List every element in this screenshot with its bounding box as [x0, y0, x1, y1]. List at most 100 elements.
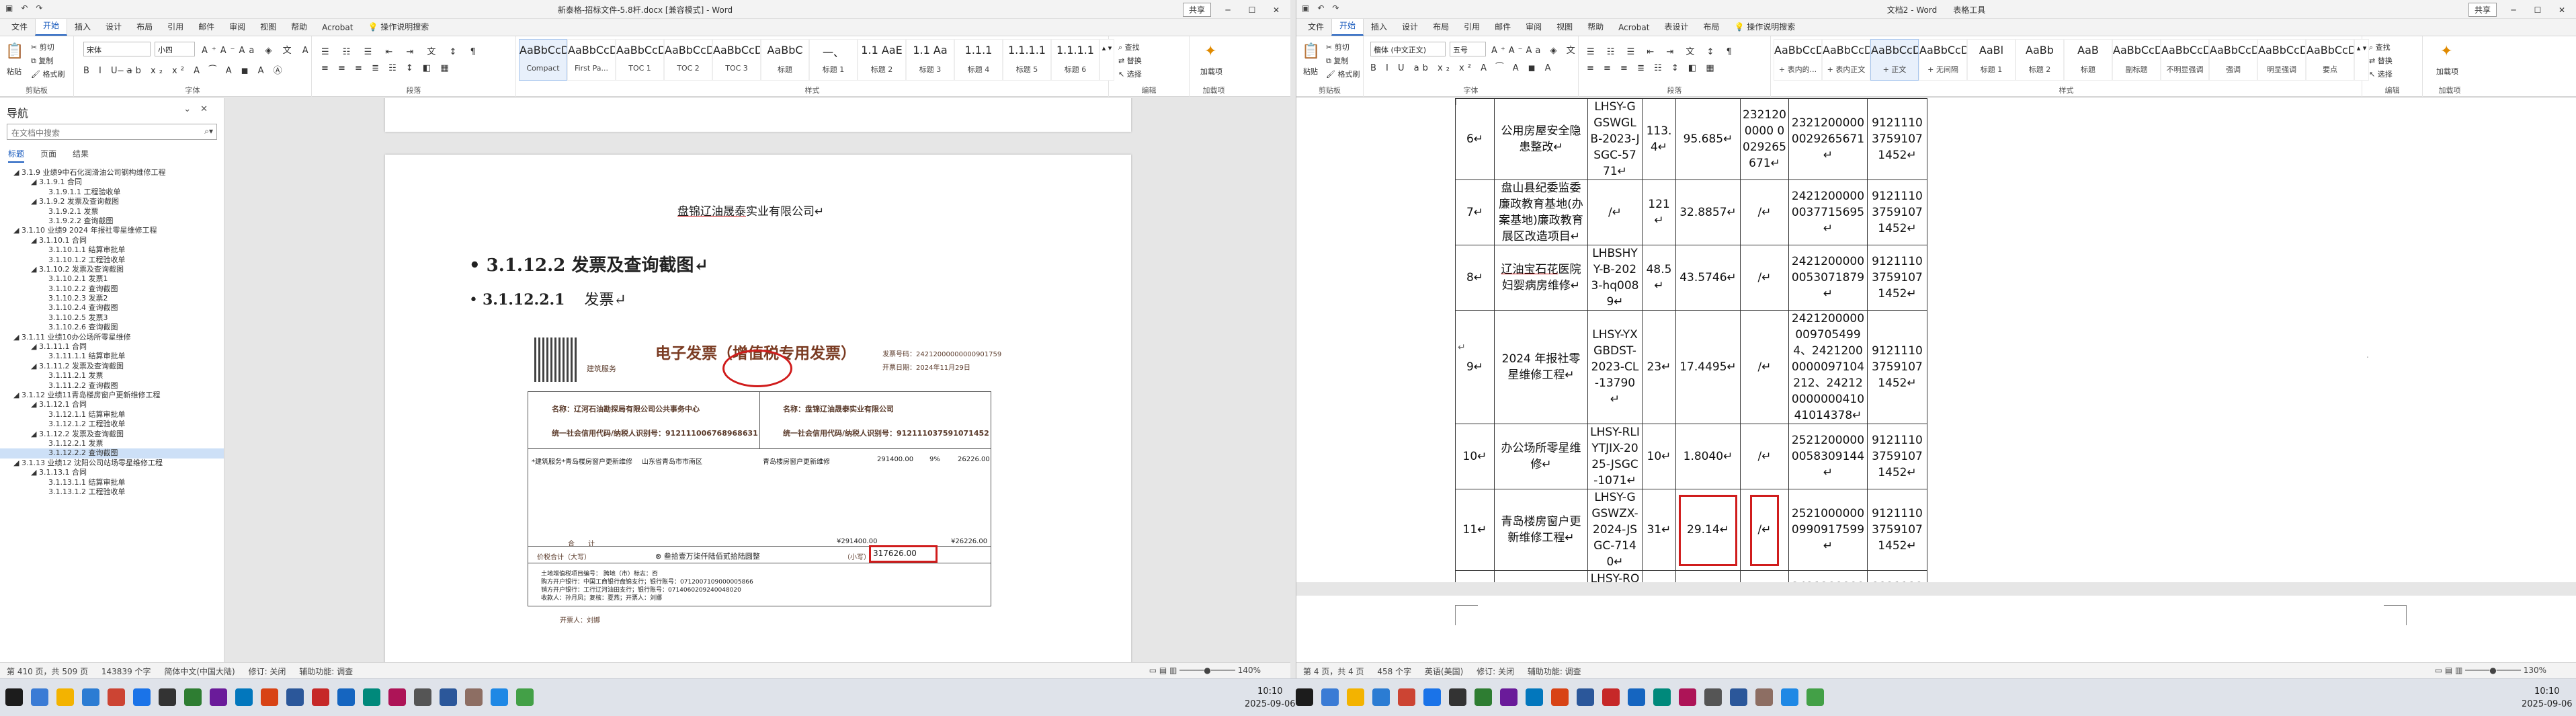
table-cell[interactable]: LHSY-YXGBDST-2023-CL-13790↵ [1587, 310, 1643, 424]
select-button[interactable]: ↖ 选择 [2369, 69, 2393, 79]
copy-button[interactable]: ⧉ 复制 [31, 55, 53, 66]
table-cell[interactable]: LHSY-RLIYTJIX-2025-JSGC-1071↵ [1587, 424, 1643, 489]
save-icon[interactable]: ▣ [1302, 3, 1309, 13]
chevron-down-icon[interactable]: ⌄ [183, 104, 200, 114]
tab-10[interactable]: Acrobat [315, 19, 360, 36]
tree-toggle-icon[interactable]: ◢ [31, 400, 39, 409]
left-pdf-icon[interactable] [261, 688, 278, 706]
tab-0[interactable]: 文件 [4, 17, 35, 36]
undo-icon[interactable]: ↶ [21, 3, 28, 13]
list-icons[interactable]: ☰ ☷ ☰ ⇤ ⇥ 文 ↕ ¶ [1587, 44, 1737, 57]
align-icons[interactable]: ≡ ≡ ≡ ≣ ☷ ↕ ◧ ▦ [1587, 63, 1718, 73]
nav-tree-item[interactable]: 3.1.11.2.1 发票 [0, 371, 224, 381]
accessibility[interactable]: 辅助功能: 调查 [299, 667, 353, 676]
nav-tree-item[interactable]: ◢ 3.1.11 业绩10办公场所零星维修 [0, 333, 224, 342]
tab-3[interactable]: 设计 [98, 17, 129, 36]
nav-tab-0[interactable]: 标题 [8, 148, 25, 163]
cut-button[interactable]: ✂ 剪切 [31, 42, 54, 52]
left-chrome-icon[interactable] [133, 688, 151, 706]
left-edge-icon[interactable] [82, 688, 99, 706]
table-cell[interactable]: 95.685↵ [1675, 98, 1741, 180]
style-tile[interactable]: AaBbCcDc 明显强调 [2257, 39, 2306, 81]
style-tile[interactable]: AaBbCcDc TOC 3 [712, 39, 761, 81]
close-icon[interactable]: ✕ [200, 104, 217, 114]
tree-toggle-icon[interactable]: ◢ [31, 362, 39, 370]
table-cell[interactable]: /↵ [1740, 424, 1789, 489]
nav-tree-item[interactable]: 3.1.12.2.2 查询截图 [0, 448, 224, 459]
style-tile[interactable]: 1.1 Aa 标题 3 [906, 39, 954, 81]
table-cell[interactable]: LHBSHYY-B-2023-hq0089↵ [1587, 245, 1643, 311]
table-cell[interactable]: 25212000000058309144↵ [1788, 424, 1868, 489]
nav-tree-item[interactable]: 3.1.12.1.1 结算审批单 [0, 410, 224, 420]
table-cell[interactable]: 43.5746↵ [1675, 245, 1741, 311]
table-cell[interactable]: 办公场所零星维修↵ [1494, 424, 1588, 489]
table-cell[interactable]: 912111037591071452↵ [1867, 310, 1927, 424]
maximize-icon[interactable]: ☐ [2530, 5, 2545, 15]
tab-8[interactable]: 视图 [1549, 17, 1580, 36]
table-cell[interactable]: 青岛楼房窗户更新维修工程↵ [1494, 489, 1588, 571]
tab-5[interactable]: 引用 [1456, 17, 1487, 36]
nav-tree-item[interactable]: ◢ 3.1.13.1 合同 [0, 468, 224, 477]
nav-tree-item[interactable]: 3.1.10.2.6 查询截图 [0, 323, 224, 332]
share-button[interactable]: 共享 [2468, 3, 2497, 17]
style-tile[interactable]: AaBb 标题 2 [2016, 39, 2064, 81]
find-button[interactable]: ⌕ 查找 [1118, 42, 1140, 52]
table-cell[interactable]: 6↵ [1455, 98, 1495, 180]
tab-8[interactable]: 视图 [253, 17, 284, 36]
nav-tree-item[interactable]: ◢ 3.1.11.2 发票及查询截图 [0, 362, 224, 371]
format-painter-button[interactable]: 🖌 格式刷 [31, 69, 65, 79]
tree-toggle-icon[interactable]: ◢ [31, 177, 39, 186]
tree-toggle-icon[interactable]: ◢ [31, 197, 39, 206]
table-cell[interactable]: /↵ [1740, 245, 1789, 311]
tab-9[interactable]: 帮助 [1580, 17, 1611, 36]
left-start-icon[interactable] [5, 688, 23, 706]
paste-button[interactable]: 粘贴 [7, 66, 22, 77]
table-cell[interactable]: LHSY-GGSWZX-2024-JSGC-7140↵ [1587, 489, 1643, 571]
style-tile[interactable]: AaBl 标题 1 [1967, 39, 2016, 81]
tree-toggle-icon[interactable]: ◢ [13, 226, 22, 235]
style-tile[interactable]: AaBbCcDc 强调 [2209, 39, 2257, 81]
tab-3[interactable]: 设计 [1395, 17, 1425, 36]
accessibility[interactable]: 辅助功能: 调查 [1528, 667, 1581, 676]
nav-tree-item[interactable]: 3.1.10.2.2 查询截图 [0, 284, 224, 294]
table-cell[interactable]: 17.4495↵ [1675, 310, 1741, 424]
font-size-box[interactable]: 小四 [155, 42, 195, 56]
clock-right[interactable]: 10:10 2025-09-06 [2522, 685, 2573, 711]
tree-toggle-icon[interactable]: ◢ [31, 265, 39, 274]
table-cell[interactable]: LHSY-GGSWGLB-2023-JSGC-5771↵ [1587, 98, 1643, 180]
style-tile[interactable]: AaBbCcDc 要点 [2306, 39, 2354, 81]
tab-2[interactable]: 插入 [1364, 17, 1395, 36]
table-cell[interactable]: 8↵ [1455, 245, 1495, 311]
left-app-icon[interactable] [337, 688, 355, 706]
right-app-icon[interactable] [1679, 688, 1696, 706]
nav-tree-item[interactable]: 3.1.9.1.1 工程验收单 [0, 188, 224, 197]
table-cell[interactable]: /↵ [1587, 180, 1643, 245]
table-cell[interactable]: 2321200000 0029265671↵ [1740, 98, 1789, 180]
right-excel-icon[interactable] [1653, 688, 1671, 706]
table-cell[interactable]: /↵ [1740, 310, 1789, 424]
clock-left[interactable]: 10:10 2025-09-06 [1245, 685, 1296, 711]
table-cell[interactable]: 公用房屋安全隐患整改↵ [1494, 98, 1588, 180]
left-app-icon[interactable] [388, 688, 406, 706]
language[interactable]: 英语(美国) [1425, 667, 1463, 676]
tab-4[interactable]: 布局 [129, 17, 160, 36]
nav-tree-item[interactable]: ◢ 3.1.11.1 合同 [0, 342, 224, 352]
table-cell[interactable]: /↵ [1740, 180, 1789, 245]
nav-tree-item[interactable]: ◢ 3.1.12.1 合同 [0, 400, 224, 409]
table-cell[interactable]: 25210000000990917599↵ [1788, 489, 1868, 571]
tree-toggle-icon[interactable]: ◢ [31, 468, 39, 477]
style-tile[interactable]: 一、 标题 1 [809, 39, 858, 81]
table-cell[interactable]: 912111037591071452↵ [1867, 180, 1927, 245]
style-tile[interactable]: AaBbCcDc + 无间隔 [1919, 39, 1967, 81]
tab-6[interactable]: 邮件 [191, 17, 222, 36]
left-app-icon[interactable] [210, 688, 227, 706]
nav-tree-item[interactable]: 3.1.9.2.1 发票 [0, 207, 224, 216]
nav-tree-item[interactable]: ◢ 3.1.12 业绩11青岛楼房窗户更新维修工程 [0, 391, 224, 400]
minimize-icon[interactable]: ─ [1220, 5, 1235, 15]
tab-13[interactable]: 💡 操作说明搜索 [1727, 17, 1802, 36]
left-app-icon[interactable] [465, 688, 483, 706]
table-cell[interactable]: 7↵ [1455, 180, 1495, 245]
table-cell[interactable]: 31↵ [1642, 489, 1676, 571]
paste-button[interactable]: 粘贴 [1303, 66, 1318, 77]
tree-toggle-icon[interactable]: ◢ [31, 236, 39, 245]
